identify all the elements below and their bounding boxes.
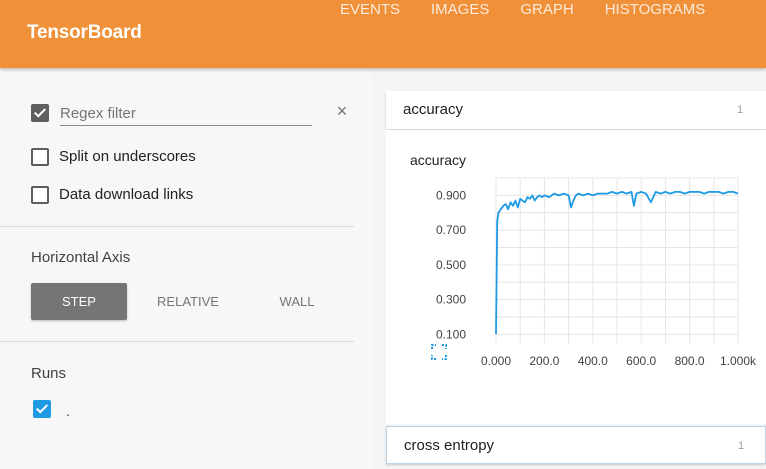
run-label: . (66, 403, 70, 419)
x-tick-label: 0.000 (481, 354, 511, 368)
check-icon (33, 105, 47, 118)
cross-entropy-card-header[interactable]: cross entropy 1 (386, 426, 766, 464)
y-tick-label: 0.900 (436, 188, 466, 202)
y-tick-label: 0.300 (436, 293, 466, 307)
split-underscores-checkbox[interactable] (31, 148, 49, 166)
tab-graph[interactable]: GRAPH (520, 0, 573, 22)
close-icon[interactable]: × (334, 101, 350, 121)
accuracy-card-header[interactable]: accuracy 1 (386, 91, 766, 129)
x-tick-label: 1.000k (720, 354, 757, 368)
card-count: 1 (737, 104, 744, 116)
relative-button[interactable]: RELATIVE (142, 283, 234, 320)
expand-icon[interactable] (431, 344, 447, 360)
tab-images[interactable]: IMAGES (431, 0, 489, 22)
step-button[interactable]: STEP (31, 283, 127, 320)
data-download-links-label: Data download links (59, 186, 194, 203)
horizontal-axis-title: Horizontal Axis (31, 249, 131, 266)
data-download-links-checkbox[interactable] (31, 186, 49, 204)
y-tick-label: 0.100 (436, 327, 466, 341)
y-tick-label: 0.500 (436, 258, 466, 272)
card-title: accuracy (403, 101, 464, 118)
regex-filter-checkbox[interactable] (31, 104, 49, 122)
x-tick-label: 400.0 (578, 354, 608, 368)
card-title: cross entropy (404, 437, 495, 454)
x-tick-label: 800.0 (675, 354, 705, 368)
main-nav: EVENTS IMAGES GRAPH HISTOGRAMS (340, 0, 705, 22)
divider (0, 341, 354, 342)
accuracy-chart-card: accuracy 0.100 0.300 0.500 0.700 0.900 0.000 2… (386, 130, 766, 424)
app-title: TensorBoard (27, 22, 142, 43)
y-tick-label: 0.700 (436, 223, 466, 237)
accuracy-chart: 0.100 0.300 0.500 0.700 0.900 0.000 200.0 400.0… (436, 177, 757, 368)
tab-histograms[interactable]: HISTOGRAMS (605, 0, 706, 22)
wall-button[interactable]: WALL (250, 283, 344, 320)
divider (0, 226, 354, 227)
runs-title: Runs (31, 365, 67, 382)
sidebar: × Split on underscores Data download lin… (0, 68, 373, 469)
run-checkbox[interactable] (33, 400, 51, 418)
regex-filter-input[interactable] (60, 102, 312, 126)
x-tick-label: 600.0 (626, 354, 656, 368)
split-underscores-label: Split on underscores (59, 148, 196, 165)
x-tick-label: 200.0 (529, 354, 559, 368)
top-toolbar: TensorBoard EVENTS IMAGES GRAPH HISTOGRA… (0, 0, 766, 68)
tab-events[interactable]: EVENTS (340, 0, 400, 22)
card-count: 1 (738, 440, 745, 452)
check-icon (35, 401, 49, 414)
